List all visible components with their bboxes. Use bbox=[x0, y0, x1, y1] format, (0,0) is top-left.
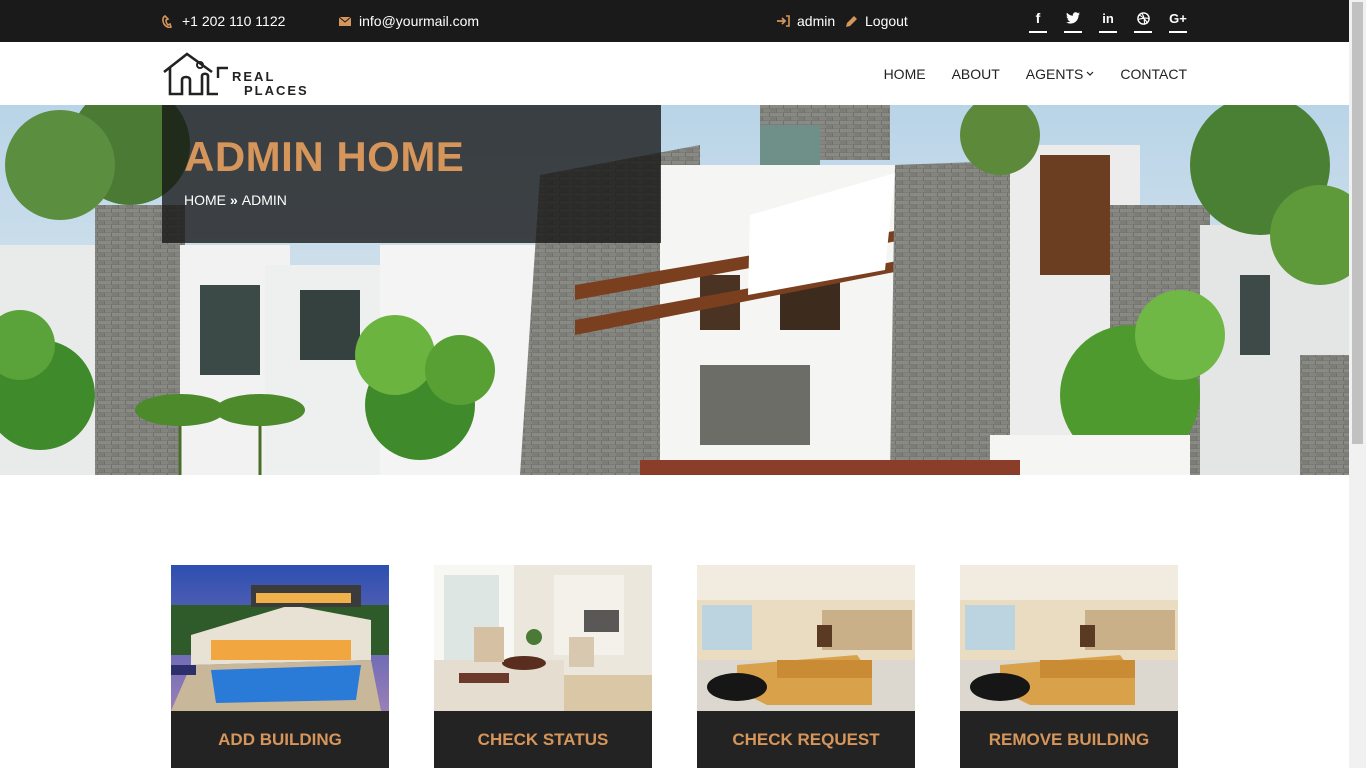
logout-link[interactable]: Logout bbox=[844, 0, 908, 42]
card-check-status[interactable]: CHECK STATUS bbox=[434, 565, 652, 768]
phone-contact: +1 202 110 1122 bbox=[161, 0, 285, 42]
breadcrumb-home[interactable]: HOME bbox=[184, 192, 226, 208]
twitter-icon[interactable] bbox=[1064, 9, 1082, 33]
card-check-request[interactable]: CHECK REQUEST bbox=[697, 565, 915, 768]
hero-banner: ADMIN HOME HOME » ADMIN bbox=[0, 105, 1349, 475]
nav-contact[interactable]: CONTACT bbox=[1120, 66, 1187, 82]
page-title: ADMIN HOME bbox=[184, 133, 465, 180]
top-bar: +1 202 110 1122 info@yourmail.com admin … bbox=[0, 0, 1349, 42]
vertical-scrollbar[interactable] bbox=[1349, 0, 1366, 768]
dribbble-icon[interactable] bbox=[1134, 9, 1152, 33]
card-label: CHECK REQUEST bbox=[732, 729, 880, 749]
logo-text-places: PLACES bbox=[244, 83, 309, 98]
double-chevron-right-icon: » bbox=[230, 192, 238, 208]
chevron-down-icon bbox=[1086, 71, 1094, 76]
nav-about[interactable]: ABOUT bbox=[952, 66, 1000, 82]
scrollbar-thumb[interactable] bbox=[1352, 2, 1363, 444]
living-room-image bbox=[697, 565, 915, 711]
nav-agents[interactable]: AGENTS bbox=[1026, 66, 1095, 82]
card-label: REMOVE BUILDING bbox=[988, 729, 1150, 749]
google-plus-icon[interactable]: G+ bbox=[1169, 9, 1187, 33]
email-contact: info@yourmail.com bbox=[338, 0, 479, 42]
logo-text-real: REAL bbox=[232, 69, 275, 84]
page-title-panel: ADMIN HOME HOME » ADMIN bbox=[162, 105, 661, 243]
logout-label: Logout bbox=[865, 13, 908, 29]
social-links: f in G+ bbox=[1029, 0, 1187, 42]
villa-pool-image bbox=[171, 565, 389, 711]
sign-in-icon bbox=[776, 14, 790, 28]
facebook-icon[interactable]: f bbox=[1029, 9, 1047, 33]
breadcrumb: HOME » ADMIN bbox=[184, 192, 287, 208]
phone-icon bbox=[161, 14, 175, 28]
living-room-image bbox=[960, 565, 1178, 711]
main-nav: HOME ABOUT AGENTS CONTACT bbox=[884, 42, 1187, 105]
linkedin-icon[interactable]: in bbox=[1099, 9, 1117, 33]
nav-agents-label: AGENTS bbox=[1025, 65, 1084, 82]
nav-home[interactable]: HOME bbox=[884, 66, 926, 82]
username: admin bbox=[797, 13, 836, 29]
card-remove-building[interactable]: REMOVE BUILDING bbox=[960, 565, 1178, 768]
card-label: ADD BUILDING bbox=[218, 729, 342, 749]
phone-number: +1 202 110 1122 bbox=[182, 13, 286, 29]
pencil-icon bbox=[844, 14, 858, 28]
bedroom-interior-image bbox=[434, 565, 652, 711]
envelope-icon bbox=[338, 14, 352, 28]
main-header: REAL PLACES HOME ABOUT AGENTS CONTACT bbox=[0, 42, 1349, 105]
user-account-link[interactable]: admin bbox=[776, 0, 835, 42]
card-label: CHECK STATUS bbox=[477, 729, 609, 749]
email-address: info@yourmail.com bbox=[359, 13, 480, 29]
real-places-logo[interactable]: REAL PLACES bbox=[162, 50, 330, 98]
breadcrumb-current: ADMIN bbox=[241, 192, 287, 208]
card-add-building[interactable]: ADD BUILDING bbox=[171, 565, 389, 768]
